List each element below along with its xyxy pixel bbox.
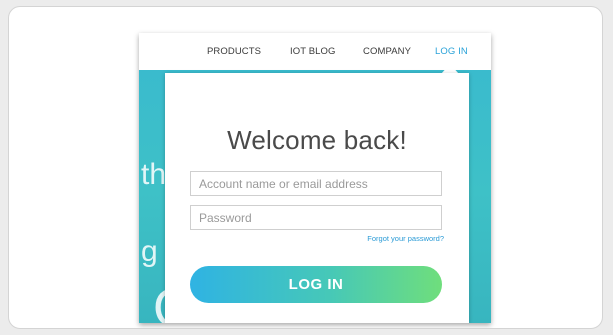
top-navigation: PRODUCTS IOT BLOG COMPANY LOG IN [139,33,491,70]
background-text-g: g [141,235,158,268]
nav-products[interactable]: PRODUCTS [207,46,261,57]
background-text-th: th [141,158,167,191]
password-input[interactable] [191,206,441,229]
nav-iot-blog[interactable]: IOT BLOG [290,46,336,57]
nav-company[interactable]: COMPANY [363,46,411,57]
login-button[interactable]: LOG IN [190,266,442,303]
popup-title: Welcome back! [227,125,407,155]
website-viewport: th g OS PRODUCTS IOT BLOG COMPANY LOG IN… [139,33,491,323]
account-field-container [190,171,442,196]
screenshot-frame: th g OS PRODUCTS IOT BLOG COMPANY LOG IN… [8,6,603,329]
login-popup: Welcome back! Forgot your password? LOG … [165,73,469,323]
forgot-password-link[interactable]: Forgot your password? [367,234,444,243]
nav-log-in[interactable]: LOG IN [435,46,468,57]
password-field-container [190,205,442,230]
account-name-input[interactable] [191,172,441,195]
